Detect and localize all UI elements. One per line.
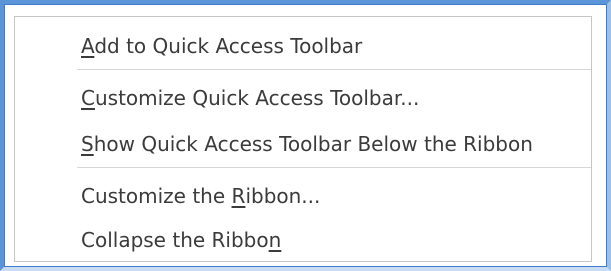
menu-item-label: Collapse the Ribbon xyxy=(81,228,282,252)
context-menu: Add to Quick Access Toolbar Customize Qu… xyxy=(14,16,592,262)
menu-item-label: Customize Quick Access Toolbar... xyxy=(81,86,420,110)
accelerator-key: n xyxy=(268,228,282,252)
menu-separator xyxy=(77,69,591,70)
menu-item-label: Show Quick Access Toolbar Below the Ribb… xyxy=(81,132,533,156)
accelerator-key: S xyxy=(81,132,94,156)
menu-item-show-qat-below-ribbon[interactable]: Show Quick Access Toolbar Below the Ribb… xyxy=(15,121,591,167)
menu-item-collapse-ribbon[interactable]: Collapse the Ribbon xyxy=(15,217,591,263)
menu-item-label: Add to Quick Access Toolbar xyxy=(81,34,363,58)
menu-item-customize-ribbon[interactable]: Customize the Ribbon... xyxy=(15,173,591,219)
accelerator-key: A xyxy=(81,34,95,58)
accelerator-key: C xyxy=(81,86,95,110)
menu-item-label: Customize the Ribbon... xyxy=(81,184,321,208)
menu-item-customize-quick-access-toolbar[interactable]: Customize Quick Access Toolbar... xyxy=(15,75,591,121)
accelerator-key: R xyxy=(231,184,246,208)
menu-separator xyxy=(77,167,591,168)
menu-item-add-to-quick-access-toolbar[interactable]: Add to Quick Access Toolbar xyxy=(15,23,591,69)
